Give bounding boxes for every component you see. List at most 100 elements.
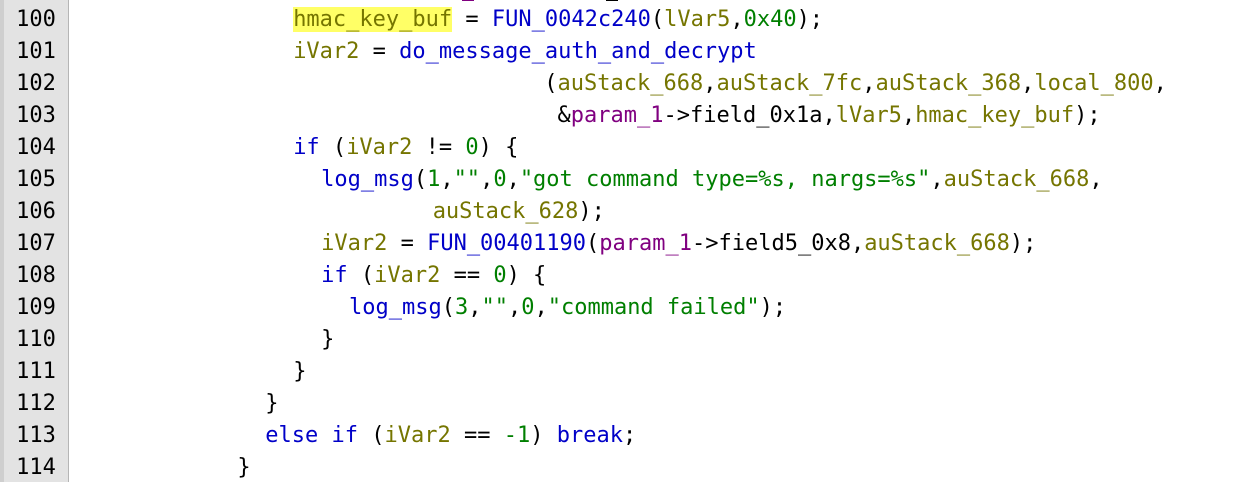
code-token[interactable]: }: [265, 391, 278, 416]
code-text[interactable]: }: [293, 356, 306, 388]
code-line[interactable]: 111}: [0, 356, 1250, 388]
code-token[interactable]: ): [530, 423, 557, 448]
code-text[interactable]: else if (iVar2 == -1) break;: [265, 420, 636, 452]
code-token[interactable]: "command failed": [548, 295, 760, 320]
code-token[interactable]: ,: [480, 167, 493, 192]
code-text[interactable]: log_msg(3,"",0,"command failed");: [349, 292, 786, 324]
code-token[interactable]: auStack_668: [558, 71, 704, 96]
code-token[interactable]: }: [293, 359, 306, 384]
code-token[interactable]: ,: [1021, 71, 1034, 96]
code-token[interactable]: "": [454, 167, 481, 192]
code-token[interactable]: ,: [440, 167, 453, 192]
code-token[interactable]: auStack_7fc: [717, 71, 863, 96]
code-token[interactable]: ) {: [507, 263, 547, 288]
code-token[interactable]: 0: [493, 263, 506, 288]
code-token[interactable]: param_1: [599, 231, 692, 256]
code-token[interactable]: "": [481, 295, 508, 320]
code-token[interactable]: else: [265, 423, 318, 448]
code-line[interactable]: 109 log_msg(3,"",0,"command failed");: [0, 292, 1250, 324]
code-token[interactable]: FUN_0042c240: [492, 7, 651, 32]
code-token[interactable]: [318, 423, 331, 448]
code-token[interactable]: ->field5_0x8,: [692, 231, 864, 256]
code-token[interactable]: iVar2: [385, 423, 451, 448]
code-line[interactable]: 114}: [0, 452, 1250, 482]
code-token[interactable]: if: [321, 263, 348, 288]
code-token[interactable]: auStack_668: [864, 231, 1010, 256]
code-line[interactable]: 110}: [0, 324, 1250, 356]
code-text[interactable]: }: [237, 452, 250, 482]
code-token[interactable]: &: [544, 103, 571, 128]
decompiler-view[interactable]: 100 hmac_key_buf = FUN_0042c240(lVar5,0x4…: [0, 0, 1250, 482]
code-token[interactable]: );: [1074, 103, 1101, 128]
code-line[interactable]: 103 &param_1->field_0x1a,lVar5,hmac_key_…: [0, 100, 1250, 132]
code-line[interactable]: 108 if (iVar2 == 0) {: [0, 260, 1250, 292]
code-text[interactable]: auStack_628);: [433, 196, 605, 228]
code-token[interactable]: iVar2: [374, 263, 440, 288]
code-line[interactable]: 104 if (iVar2 != 0) {: [0, 132, 1250, 164]
code-token[interactable]: ,: [730, 7, 743, 32]
code-token[interactable]: ,: [703, 71, 716, 96]
code-token[interactable]: iVar2: [321, 231, 387, 256]
code-token[interactable]: break: [557, 423, 623, 448]
code-text[interactable]: if (iVar2 == 0) {: [321, 260, 546, 292]
code-token[interactable]: lVar5: [664, 7, 730, 32]
code-token[interactable]: ,: [508, 295, 521, 320]
code-line[interactable]: 102 (auStack_668,auStack_7fc,auStack_368,…: [0, 68, 1250, 100]
code-token[interactable]: hmac_key_buf: [915, 103, 1074, 128]
code-token[interactable]: param_1: [571, 103, 664, 128]
code-token[interactable]: ,: [862, 71, 875, 96]
code-text[interactable]: hmac_key_buf = FUN_0042c240(lVar5,0x40);: [293, 4, 823, 36]
code-token[interactable]: (: [544, 71, 557, 96]
code-token[interactable]: if: [293, 135, 320, 160]
code-token[interactable]: (: [586, 231, 599, 256]
code-token[interactable]: 1: [427, 167, 440, 192]
code-token[interactable]: !=: [412, 135, 465, 160]
code-token[interactable]: log_msg: [349, 295, 442, 320]
code-text[interactable]: (auStack_668,auStack_7fc,auStack_368,loc…: [544, 68, 1167, 100]
code-token[interactable]: ,: [507, 167, 520, 192]
code-token[interactable]: log_msg: [321, 167, 414, 192]
code-line[interactable]: 105 log_msg(1,"",0,"got command type=%s, …: [0, 164, 1250, 196]
code-token[interactable]: iVar2: [293, 39, 359, 64]
code-text[interactable]: }: [321, 324, 334, 356]
code-line[interactable]: 106 auStack_628);: [0, 196, 1250, 228]
code-token[interactable]: ,: [1154, 71, 1167, 96]
code-text[interactable]: }: [265, 388, 278, 420]
code-text[interactable]: if (iVar2 != 0) {: [293, 132, 518, 164]
code-text[interactable]: &param_1->field_0x1a,lVar5,hmac_key_buf)…: [544, 100, 1101, 132]
code-token[interactable]: if: [332, 423, 359, 448]
code-token[interactable]: ,: [534, 295, 547, 320]
code-token[interactable]: do_message_auth_and_decrypt: [399, 39, 757, 64]
code-line[interactable]: 100 hmac_key_buf = FUN_0042c240(lVar5,0x4…: [0, 4, 1250, 36]
code-token[interactable]: ==: [440, 263, 493, 288]
code-token[interactable]: local_800: [1034, 71, 1153, 96]
code-token[interactable]: ) {: [479, 135, 519, 160]
code-token[interactable]: =: [387, 231, 427, 256]
code-line[interactable]: 107 iVar2 = FUN_00401190(param_1->field5_…: [0, 228, 1250, 260]
code-token[interactable]: );: [578, 199, 605, 224]
code-token[interactable]: auStack_368: [875, 71, 1021, 96]
code-token[interactable]: ,: [468, 295, 481, 320]
code-text[interactable]: log_msg(1,"",0,"got command type=%s, nar…: [321, 164, 1103, 196]
code-token[interactable]: (: [348, 263, 374, 288]
code-token[interactable]: auStack_628: [433, 199, 579, 224]
code-token[interactable]: (: [320, 135, 346, 160]
code-token[interactable]: 0: [521, 295, 534, 320]
code-token[interactable]: );: [797, 7, 824, 32]
code-token[interactable]: auStack_668: [944, 167, 1090, 192]
code-token[interactable]: ;: [623, 423, 636, 448]
code-line[interactable]: 112}: [0, 388, 1250, 420]
code-token[interactable]: iVar2: [346, 135, 412, 160]
code-token[interactable]: );: [760, 295, 787, 320]
code-token[interactable]: 0x40: [744, 7, 797, 32]
code-token[interactable]: ->field_0x1a,: [664, 103, 836, 128]
code-token[interactable]: ,: [902, 103, 915, 128]
code-token[interactable]: =: [452, 7, 492, 32]
code-text[interactable]: iVar2 = FUN_00401190(param_1->field5_0x8…: [321, 228, 1036, 260]
code-token[interactable]: =: [359, 39, 399, 64]
code-token[interactable]: );: [1010, 231, 1037, 256]
code-token[interactable]: (: [414, 167, 427, 192]
code-token[interactable]: ,: [930, 167, 943, 192]
code-token[interactable]: }: [321, 327, 334, 352]
code-line[interactable]: 101 iVar2 = do_message_auth_and_decrypt: [0, 36, 1250, 68]
